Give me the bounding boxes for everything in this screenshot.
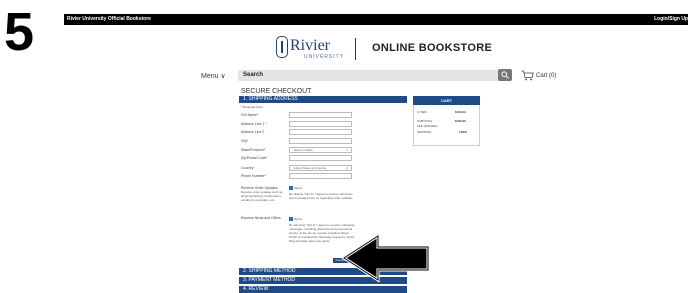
country-select-value: United States of America bbox=[293, 166, 327, 170]
chevron-down-icon: ∨ bbox=[220, 73, 226, 80]
address-line1-input[interactable] bbox=[289, 121, 352, 127]
country-select[interactable]: United States of America ∨ bbox=[289, 165, 352, 171]
field-label: State/Province* bbox=[241, 148, 266, 152]
news-offers-label: Receive News and Offers bbox=[241, 216, 281, 220]
field-label: Full Name* bbox=[241, 113, 259, 117]
address-line2-input[interactable] bbox=[289, 129, 352, 135]
field-label: Phone Number* bbox=[241, 174, 266, 178]
pointer-arrow-icon bbox=[341, 233, 430, 283]
cart-row-value: FREE bbox=[459, 130, 468, 134]
field-label: Zip/Postal Code* bbox=[241, 156, 268, 160]
page-title: SECURE CHECKOUT bbox=[241, 88, 312, 95]
top-bar: Rivier University Official Bookstore Log… bbox=[64, 14, 688, 25]
store-title: ONLINE BOOKSTORE bbox=[372, 42, 493, 54]
cart-row-label: FEE (WAIVED) bbox=[417, 124, 438, 128]
chevron-down-icon: ∨ bbox=[345, 148, 348, 152]
cart-label: Cart (0) bbox=[536, 73, 557, 79]
cart-row-label: SHIPPING bbox=[417, 130, 432, 134]
field-label: Address Line 1 * bbox=[241, 122, 267, 126]
search-input[interactable]: Search bbox=[238, 70, 499, 81]
cart-row-label: 1 ITEM bbox=[417, 110, 427, 114]
logo-sub: UNIVERSITY bbox=[304, 54, 345, 60]
search-button[interactable] bbox=[498, 69, 512, 81]
search-placeholder: Search bbox=[243, 72, 264, 78]
phone-input[interactable] bbox=[289, 173, 352, 179]
chevron-down-icon: ∨ bbox=[345, 166, 348, 170]
field-label: City* bbox=[241, 139, 249, 143]
required-note: * Required Field bbox=[241, 105, 263, 109]
news-offers-checkbox[interactable] bbox=[289, 217, 293, 221]
store-brand-link[interactable]: Rivier University Official Bookstore bbox=[67, 15, 151, 24]
order-updates-desc: Receive order updates such as shipping/d… bbox=[241, 190, 283, 202]
logo-name: Rivier bbox=[290, 37, 330, 54]
news-offers-opt-label: Opt In bbox=[294, 217, 303, 221]
cart-row-value: $189.99 bbox=[455, 110, 466, 114]
full-name-input[interactable] bbox=[289, 112, 352, 118]
cart-row-value: $189.99 bbox=[455, 119, 466, 123]
section-review[interactable]: 4. REVIEW bbox=[239, 286, 407, 293]
menu-button[interactable]: Menu ∨ bbox=[201, 72, 226, 80]
section-shipping-address[interactable]: 1. SHIPPING ADDRESS bbox=[239, 96, 407, 103]
logo-mark-icon bbox=[276, 36, 288, 58]
order-updates-checkbox[interactable] bbox=[289, 186, 293, 190]
logo-divider bbox=[355, 38, 356, 60]
city-input[interactable] bbox=[289, 138, 352, 144]
cart-row-label: SUBTOTAL bbox=[417, 119, 433, 123]
search-icon bbox=[501, 71, 509, 79]
shopping-cart-icon bbox=[521, 70, 534, 81]
menu-label: Menu bbox=[201, 73, 219, 80]
zip-input[interactable] bbox=[289, 155, 352, 161]
field-label: Address Line 2 bbox=[241, 130, 265, 134]
field-label: Country* bbox=[241, 166, 255, 170]
state-select[interactable]: -Select a State- ∨ bbox=[289, 147, 352, 153]
order-updates-text: By clicking "Opt In" I agree to receive … bbox=[289, 192, 353, 200]
step-number: 5 bbox=[4, 2, 35, 62]
cart-summary-title: CART bbox=[413, 96, 480, 105]
state-select-value: -Select a State- bbox=[293, 148, 314, 152]
order-updates-opt-label: Opt In bbox=[294, 186, 303, 190]
login-link[interactable]: Login/Sign Up bbox=[654, 15, 688, 24]
